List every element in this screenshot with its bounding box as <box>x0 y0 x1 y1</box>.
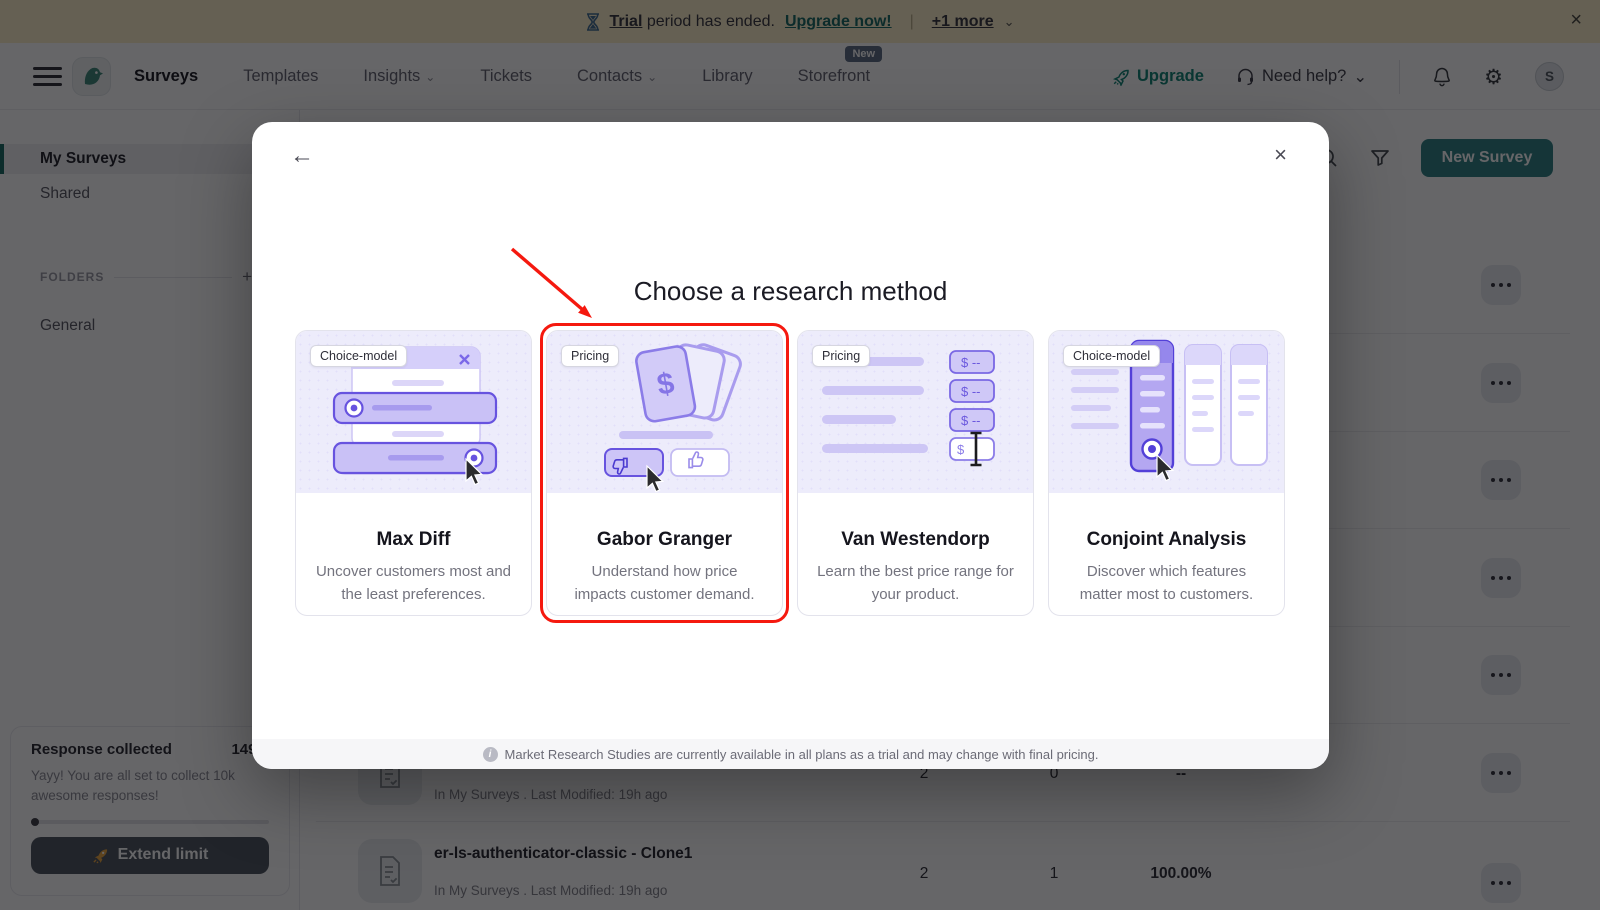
method-description: Understand how price impacts customer de… <box>565 561 764 606</box>
info-icon: i <box>483 747 498 762</box>
research-method-modal: ← × Choose a research method Choice-mode… <box>252 122 1329 769</box>
method-title: Max Diff <box>296 529 531 551</box>
method-description: Learn the best price range for your prod… <box>816 561 1015 606</box>
method-card-conjoint-analysis[interactable]: Choice-model <box>1048 330 1285 616</box>
method-description: Uncover customers most and the least pre… <box>314 561 513 606</box>
modal-title: Choose a research method <box>252 276 1329 307</box>
method-tag: Choice-model <box>310 345 407 367</box>
method-cards: Choice-model <box>295 330 1285 616</box>
app-window: Trial period has ended. Upgrade now! | +… <box>0 0 1600 910</box>
van-westendorp-illustration: Pricing $ -- $ -- $ -- $ <box>798 331 1033 493</box>
gabor-granger-illustration: Pricing $ <box>547 331 782 493</box>
max-diff-illustration: Choice-model <box>296 331 531 493</box>
method-card-van-westendorp[interactable]: Pricing $ -- $ -- $ -- $ <box>797 330 1034 616</box>
svg-text:$ --: $ -- <box>961 384 981 399</box>
method-title: Van Westendorp <box>798 529 1033 551</box>
method-title: Gabor Granger <box>547 529 782 551</box>
svg-text:$ --: $ -- <box>961 355 981 370</box>
method-description: Discover which features matter most to c… <box>1067 561 1266 606</box>
method-tag: Pricing <box>812 345 870 367</box>
method-card-gabor-granger[interactable]: Pricing $ Gabor Granger <box>546 330 783 616</box>
svg-text:$: $ <box>957 442 965 457</box>
modal-footer-note: i Market Research Studies are currently … <box>252 739 1329 769</box>
method-title: Conjoint Analysis <box>1049 529 1284 551</box>
method-card-max-diff[interactable]: Choice-model <box>295 330 532 616</box>
svg-text:$ --: $ -- <box>961 413 981 428</box>
method-tag: Pricing <box>561 345 619 367</box>
method-tag: Choice-model <box>1063 345 1160 367</box>
conjoint-analysis-illustration: Choice-model <box>1049 331 1284 493</box>
back-button[interactable]: ← <box>290 144 314 168</box>
close-icon[interactable]: × <box>1274 144 1287 166</box>
